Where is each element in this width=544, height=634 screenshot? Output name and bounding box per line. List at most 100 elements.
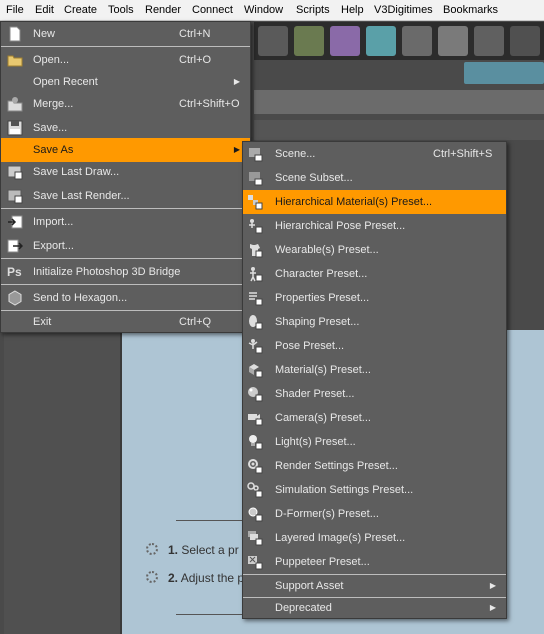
menu-item-save-last-draw[interactable]: Save Last Draw... (1, 160, 250, 184)
menu-item-new[interactable]: New Ctrl+N (1, 22, 250, 46)
separator (1, 208, 250, 209)
menu-item-label: Hierarchical Material(s) Preset... (275, 196, 433, 208)
separator (1, 46, 250, 47)
thumbnail[interactable] (510, 26, 540, 56)
save-as-submenu: Scene... Ctrl+Shift+S Scene Subset... Hi… (242, 141, 507, 619)
thumbnail[interactable] (258, 26, 288, 56)
menu-bookmarks[interactable]: Bookmarks (443, 0, 498, 21)
file-menu: New Ctrl+N Open... Ctrl+O Open Recent ▶ … (0, 21, 251, 333)
submenu-arrow-icon: ▶ (233, 77, 240, 86)
thumbnail[interactable] (294, 26, 324, 56)
menu-item-label: Pose Preset... (275, 340, 345, 352)
pane-header (254, 120, 544, 140)
menu-render[interactable]: Render (145, 0, 181, 21)
save-image-icon (7, 165, 23, 180)
menu-edit[interactable]: Edit (35, 0, 54, 21)
menu-item-material-preset[interactable]: Material(s) Preset... (243, 358, 506, 382)
menu-connect[interactable]: Connect (192, 0, 233, 21)
menu-help[interactable]: Help (341, 0, 364, 21)
submenu-arrow-icon: ▶ (233, 145, 240, 154)
menu-item-save-as[interactable]: Save As ▶ (1, 138, 250, 162)
menu-tools[interactable]: Tools (108, 0, 134, 21)
menu-item-deprecated[interactable]: Deprecated ▶ (243, 596, 506, 620)
thumbnail[interactable] (474, 26, 504, 56)
menu-item-wearable-preset[interactable]: Wearable(s) Preset... (243, 238, 506, 262)
photoshop-icon: Ps (7, 265, 22, 279)
menu-scripts[interactable]: Scripts (296, 0, 330, 21)
simulation-settings-icon (247, 482, 263, 498)
menu-item-scene[interactable]: Scene... Ctrl+Shift+S (243, 142, 506, 166)
menu-item-properties-preset[interactable]: Properties Preset... (243, 286, 506, 310)
thumbnail[interactable] (330, 26, 360, 56)
menu-item-simulation-settings-preset[interactable]: Simulation Settings Preset... (243, 478, 506, 502)
menu-item-hierarchical-material-preset[interactable]: Hierarchical Material(s) Preset... (243, 190, 506, 214)
menu-item-send-to-hexagon[interactable]: Send to Hexagon... (1, 286, 250, 310)
menu-item-save[interactable]: Save... (1, 116, 250, 140)
content-thumbnail-strip (254, 22, 544, 60)
menu-item-scene-subset[interactable]: Scene Subset... (243, 166, 506, 190)
menu-item-save-last-render[interactable]: Save Last Render... (1, 184, 250, 208)
menu-item-open-recent[interactable]: Open Recent ▶ (1, 70, 250, 94)
menu-item-label: Properties Preset... (275, 292, 370, 304)
menu-item-exit[interactable]: Exit Ctrl+Q (1, 310, 250, 334)
hexagon-icon (8, 290, 22, 306)
menu-item-camera-preset[interactable]: Camera(s) Preset... (243, 406, 506, 430)
menu-item-shader-preset[interactable]: Shader Preset... (243, 382, 506, 406)
menu-item-label: Initialize Photoshop 3D Bridge (33, 266, 181, 278)
menu-item-light-preset[interactable]: Light(s) Preset... (243, 430, 506, 454)
menu-item-label: Save As (33, 144, 74, 156)
menu-item-label: Deprecated (275, 602, 332, 614)
menu-item-dformer-preset[interactable]: D-Former(s) Preset... (243, 502, 506, 526)
pane-toolbar (254, 90, 544, 114)
menu-item-label: Character Preset... (275, 268, 368, 280)
menu-item-label: Puppeteer Preset... (275, 556, 370, 568)
save-render-icon (7, 189, 23, 204)
menu-item-puppeteer-preset[interactable]: Puppeteer Preset... (243, 550, 506, 574)
menu-item-support-asset[interactable]: Support Asset ▶ (243, 574, 506, 598)
menu-item-export[interactable]: Export... (1, 234, 250, 258)
menu-item-shaping-preset[interactable]: Shaping Preset... (243, 310, 506, 334)
separator (1, 284, 250, 285)
thumbnail[interactable] (402, 26, 432, 56)
menu-window[interactable]: Window (244, 0, 283, 21)
merge-icon (7, 97, 23, 112)
export-icon (7, 239, 23, 253)
shortcut: Ctrl+Shift+S (433, 148, 493, 160)
separator (1, 258, 250, 259)
step-2: 2. Adjust the p (168, 571, 245, 585)
hierarchical-pose-icon (249, 219, 263, 234)
menu-item-layered-image-preset[interactable]: Layered Image(s) Preset... (243, 526, 506, 550)
camera-icon (248, 414, 263, 426)
left-pane (4, 330, 122, 634)
thumbnail[interactable] (366, 26, 396, 56)
menu-file[interactable]: File (6, 0, 24, 21)
menu-item-character-preset[interactable]: Character Preset... (243, 262, 506, 286)
menu-item-label: Open... (33, 54, 70, 66)
menu-item-label: Scene... (275, 148, 316, 160)
menu-item-photoshop-bridge[interactable]: Ps Initialize Photoshop 3D Bridge (1, 260, 250, 284)
menu-item-hierarchical-pose-preset[interactable]: Hierarchical Pose Preset... (243, 214, 506, 238)
menu-bar: File Edit Create Tools Render Connect Wi… (0, 0, 544, 21)
menu-item-merge[interactable]: Merge... Ctrl+Shift+O (1, 92, 250, 116)
scene-subset-icon (249, 172, 263, 186)
thumbnail[interactable] (438, 26, 468, 56)
pane-tab[interactable] (464, 62, 544, 84)
menu-item-open[interactable]: Open... Ctrl+O (1, 48, 250, 72)
loading-icon (146, 571, 158, 583)
shaping-icon (249, 315, 263, 330)
loading-icon (146, 543, 158, 555)
step-1: 1. Select a pr (168, 543, 239, 557)
menu-item-label: Layered Image(s) Preset... (275, 532, 406, 544)
menu-item-label: Shaping Preset... (275, 316, 360, 328)
shortcut: Ctrl+Shift+O (179, 98, 240, 110)
menu-item-label: Save... (33, 122, 68, 134)
menu-create[interactable]: Create (64, 0, 97, 21)
menu-v3digitimes[interactable]: V3Digitimes (374, 0, 433, 21)
menu-item-render-settings-preset[interactable]: Render Settings Preset... (243, 454, 506, 478)
menu-item-pose-preset[interactable]: Pose Preset... (243, 334, 506, 358)
puppeteer-icon (248, 556, 263, 570)
wearable-icon (250, 244, 263, 258)
menu-item-label: Scene Subset... (275, 172, 353, 184)
menu-item-import[interactable]: Import... (1, 210, 250, 234)
hierarchical-material-icon (248, 195, 263, 210)
